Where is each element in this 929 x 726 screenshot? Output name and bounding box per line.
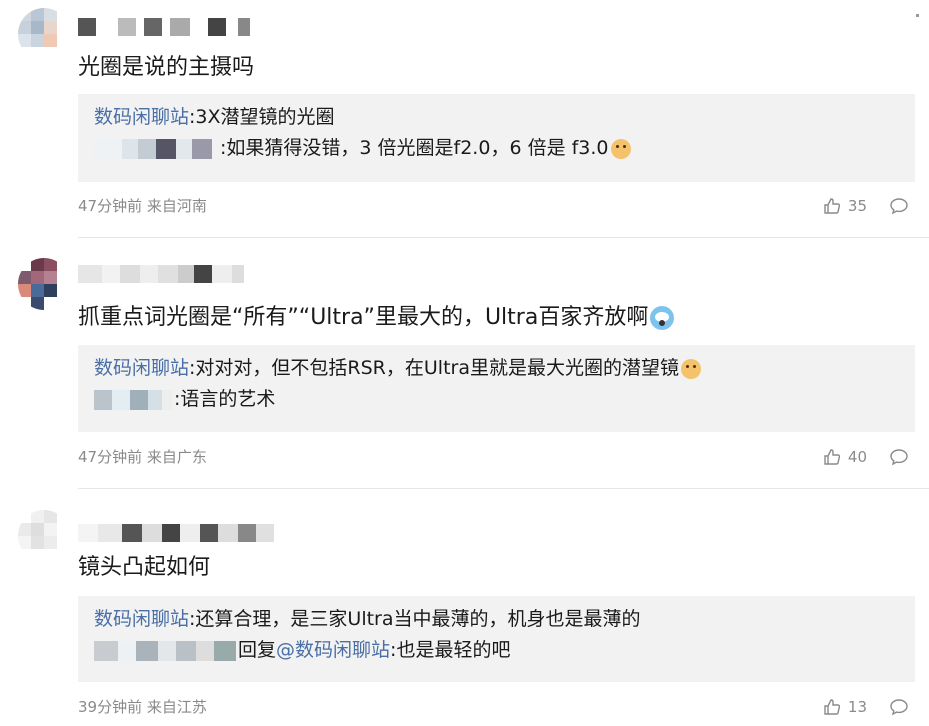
reply-line: 数码闲聊站:3X潜望镜的光圈 <box>94 102 899 133</box>
mention-link[interactable]: @数码闲聊站 <box>276 635 390 666</box>
comment-actions: 40 <box>822 447 909 467</box>
comment-actions: 35 <box>822 196 909 216</box>
avatar[interactable] <box>18 8 70 60</box>
like-count: 40 <box>847 448 867 466</box>
username-blurred[interactable] <box>78 524 274 542</box>
thumbs-up-icon <box>822 196 842 216</box>
comment-bubble-icon[interactable] <box>889 697 909 717</box>
doge-emoji-icon <box>680 358 701 379</box>
thumbs-up-icon <box>822 697 842 717</box>
reply-prefix: 回复 <box>238 639 277 661</box>
like-count: 35 <box>847 197 867 215</box>
like-button[interactable]: 13 <box>822 697 867 717</box>
like-button[interactable]: 35 <box>822 196 867 216</box>
avatar[interactable] <box>18 510 70 562</box>
comment-bubble-icon[interactable] <box>889 447 909 467</box>
comment-actions: 13 <box>822 697 909 717</box>
reply-author-link[interactable]: 数码闲聊站 <box>94 102 189 133</box>
reply-line: 数码闲聊站: 对对对，但不包括RSR，在Ultra里就是最大光圈的潜望镜 <box>94 353 899 384</box>
reply-box[interactable]: 数码闲聊站: 还算合理，是三家Ultra当中最薄的，机身也是最薄的 回复 @数码闲聊… <box>78 596 915 682</box>
reply-line: : 语言的艺术 <box>94 384 899 415</box>
reply-author-blurred[interactable] <box>94 640 236 661</box>
reply-text: 3X潜望镜的光圈 <box>195 106 335 128</box>
reply-author-link[interactable]: 数码闲聊站 <box>94 353 189 384</box>
username-blurred[interactable] <box>78 265 244 283</box>
like-button[interactable]: 40 <box>822 447 867 467</box>
avatar[interactable] <box>18 258 70 310</box>
reply-box[interactable]: 数码闲聊站: 对对对，但不包括RSR，在Ultra里就是最大光圈的潜望镜 : 语言的… <box>78 345 915 432</box>
reply-text: 语言的艺术 <box>180 388 276 410</box>
divider <box>78 488 929 489</box>
divider <box>78 237 929 238</box>
reply-text: 对对对，但不包括RSR，在Ultra里就是最大光圈的潜望镜 <box>195 357 679 379</box>
thumbs-up-icon <box>822 447 842 467</box>
reply-text: 还算合理，是三家Ultra当中最薄的，机身也是最薄的 <box>195 608 641 630</box>
reply-box[interactable]: 数码闲聊站:3X潜望镜的光圈 : 如果猜得没错，3 倍光圈是f2.0，6 倍是 f… <box>78 94 915 182</box>
reply-author-blurred[interactable] <box>94 138 212 159</box>
username-blurred[interactable] <box>78 18 250 36</box>
scared-emoji-icon <box>650 306 675 330</box>
doge-emoji-icon <box>610 138 631 159</box>
comment-meta: 39分钟前 来自江苏 <box>78 698 207 716</box>
reply-text: 如果猜得没错，3 倍光圈是f2.0，6 倍是 f3.0 <box>226 137 609 159</box>
reply-text: 也是最轻的吧 <box>396 639 511 661</box>
corner-mark <box>916 14 919 17</box>
comment-text: 光圈是说的主摄吗 <box>78 55 255 80</box>
comment-meta: 47分钟前 来自广东 <box>78 448 207 466</box>
reply-line: 数码闲聊站: 还算合理，是三家Ultra当中最薄的，机身也是最薄的 <box>94 604 899 635</box>
comment-text: 镜头凸起如何 <box>78 555 211 580</box>
reply-line: 回复 @数码闲聊站: 也是最轻的吧 <box>94 635 899 666</box>
comment-text: 抓重点词光圈是“所有”“Ultra”里最大的，Ultra百家齐放啊 <box>78 303 675 333</box>
comment-meta: 47分钟前 来自河南 <box>78 197 207 215</box>
like-count: 13 <box>847 698 867 716</box>
reply-author-link[interactable]: 数码闲聊站 <box>94 604 189 635</box>
reply-author-blurred[interactable] <box>94 389 172 410</box>
comment-bubble-icon[interactable] <box>889 196 909 216</box>
reply-line: : 如果猜得没错，3 倍光圈是f2.0，6 倍是 f3.0 <box>94 133 899 164</box>
